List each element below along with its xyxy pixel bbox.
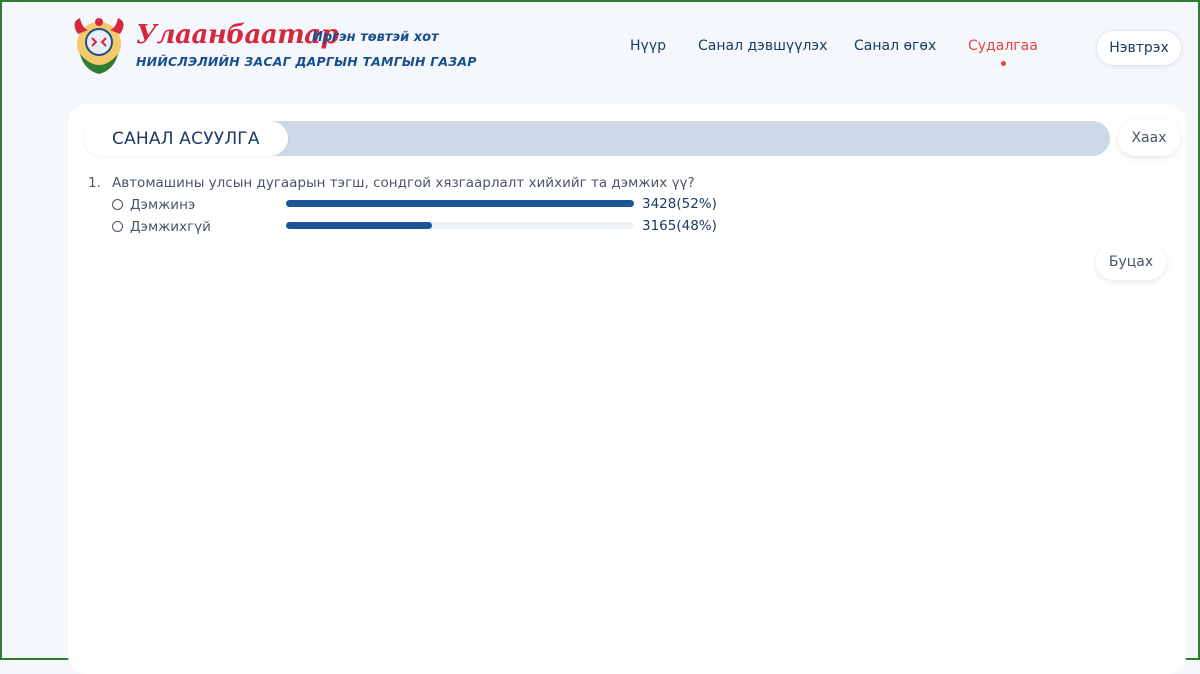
logo-title: Улаанбаатар <box>136 20 339 50</box>
radio-button[interactable] <box>112 199 123 210</box>
section-title: САНАЛ АСУУЛГА <box>84 121 288 156</box>
section-title-text: САНАЛ АСУУЛГА <box>112 128 260 149</box>
close-button[interactable]: Хаах <box>1118 120 1180 156</box>
logo-tagline: Иргэн төвтэй хот <box>312 30 439 45</box>
active-indicator-dot <box>1000 61 1006 66</box>
question-text: 1. Автомашины улсын дугаарын тэгш, сондго… <box>88 175 695 191</box>
nav-item-home[interactable]: Нүүр <box>630 38 666 54</box>
nav-item-vote[interactable]: Санал өгөх <box>854 38 936 54</box>
result-bar-fill <box>286 222 433 229</box>
question-label: Автомашины улсын дугаарын тэгш, сондгой … <box>112 175 695 191</box>
radio-button[interactable] <box>112 221 123 232</box>
back-button[interactable]: Буцах <box>1096 244 1166 280</box>
nav-item-survey-label: Судалгаа <box>968 38 1038 54</box>
nav-item-propose[interactable]: Санал дэвшүүлэх <box>698 38 827 54</box>
logo-subtitle: НИЙСЛЭЛИЙН ЗАСАГ ДАРГЫН ТАМГЫН ГАЗАР <box>136 54 477 69</box>
option-label: Дэмжинэ <box>130 197 196 213</box>
result-bar-fill <box>286 200 634 207</box>
result-count: 3428(52%) <box>642 196 717 212</box>
site-logo[interactable]: Улаанбаатар Иргэн төвтэй хот НИЙСЛЭЛИЙН … <box>66 14 476 84</box>
nav-item-survey[interactable]: Судалгаа <box>968 38 1038 66</box>
option-label: Дэмжихгүй <box>130 219 211 235</box>
result-bar-track <box>286 200 634 207</box>
login-button[interactable]: Нэвтрэх <box>1096 30 1182 66</box>
question-number: 1. <box>88 175 101 191</box>
result-count: 3165(48%) <box>642 218 717 234</box>
city-emblem-icon <box>74 18 124 74</box>
result-bar-track <box>286 222 634 229</box>
